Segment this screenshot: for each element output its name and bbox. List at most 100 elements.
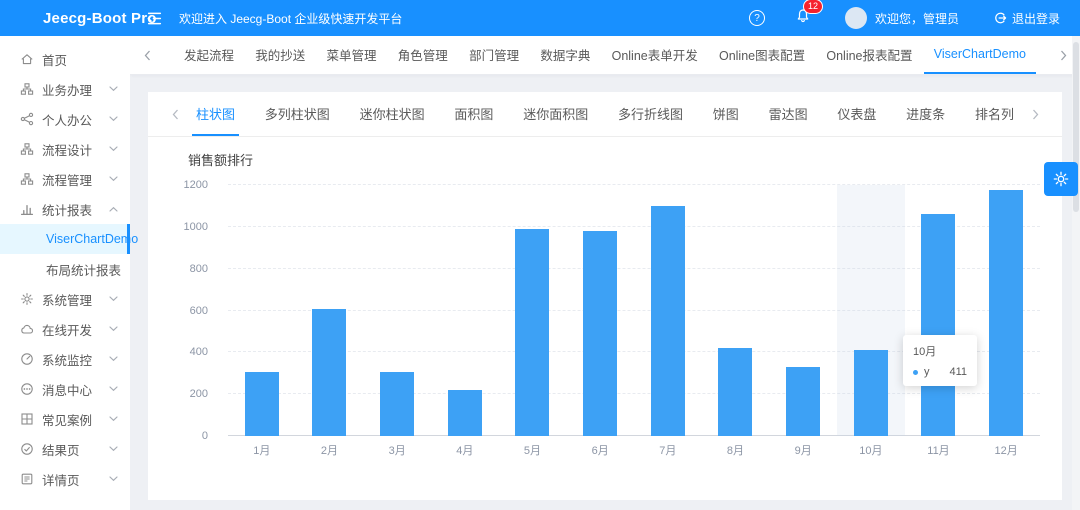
chevron-up-icon bbox=[109, 206, 118, 212]
app-logo: Jeecg-Boot Pro bbox=[0, 8, 156, 28]
sidebar-item-label: 业务办理 bbox=[42, 83, 93, 98]
bar-m9[interactable] bbox=[786, 366, 821, 436]
bar-column-m7 bbox=[634, 185, 702, 436]
avatar[interactable] bbox=[844, 7, 867, 29]
bar-m11[interactable] bbox=[921, 214, 956, 436]
tooltip-title: 10月 bbox=[913, 346, 937, 358]
chart-tab-6[interactable]: 多行折线图 bbox=[614, 92, 687, 136]
chart-tabs-scroll-right-icon[interactable] bbox=[1018, 92, 1052, 136]
bar-m5[interactable] bbox=[515, 228, 550, 436]
chart-tab-3[interactable]: 迷你柱状图 bbox=[356, 92, 429, 136]
page-tab-5[interactable]: 部门管理 bbox=[459, 36, 529, 74]
bar-column-m1 bbox=[228, 185, 296, 436]
sidebar-item-online-dev[interactable]: 在线开发 bbox=[0, 314, 130, 344]
chart-tabs: 柱状图 多列柱状图 迷你柱状图 面积图 迷你面积图 多行折线图 饼图 雷达图 仪表盘 进度条 排名列 bbox=[192, 92, 1018, 136]
sidebar-item-result-page[interactable]: 结果页 bbox=[0, 434, 130, 464]
chart-tooltip: 10月 y 411 bbox=[903, 335, 978, 386]
bar-m1[interactable] bbox=[244, 372, 279, 436]
profile-icon bbox=[20, 472, 34, 486]
home-icon bbox=[20, 52, 34, 66]
page-tab-4[interactable]: 角色管理 bbox=[388, 36, 458, 74]
user-greeting[interactable]: 欢迎您，管理员 bbox=[875, 10, 959, 27]
gear-icon bbox=[1053, 171, 1069, 187]
cluster-icon bbox=[20, 172, 34, 186]
sidebar-item-process-management[interactable]: 流程管理 bbox=[0, 164, 130, 194]
tooltip-series-name: y bbox=[924, 366, 930, 378]
tooltip-row: y 411 bbox=[913, 366, 967, 378]
sidebar-item-label: 系统监控 bbox=[42, 353, 93, 368]
bar-m6[interactable] bbox=[583, 231, 618, 436]
x-tick-label: 12月 bbox=[994, 445, 1018, 457]
bar-column-m2 bbox=[296, 185, 364, 436]
sidebar-item-message-center[interactable]: 消息中心 bbox=[0, 374, 130, 404]
series-dot-icon bbox=[913, 369, 918, 375]
chart-tab-4[interactable]: 面积图 bbox=[450, 92, 497, 136]
bar-m8[interactable] bbox=[718, 348, 753, 436]
bar-column-m3 bbox=[363, 185, 431, 436]
x-tick-label: 4月 bbox=[456, 445, 474, 457]
page-tab-2[interactable]: 我的抄送 bbox=[245, 36, 315, 74]
tabs-scroll-left-icon[interactable] bbox=[130, 36, 164, 74]
chevron-down-icon bbox=[109, 326, 118, 332]
sidebar-item-detail-page[interactable]: 详情页 bbox=[0, 464, 130, 494]
bar-m10[interactable] bbox=[853, 350, 888, 436]
app-title: Jeecg-Boot Pro bbox=[43, 9, 157, 27]
logout-label: 退出登录 bbox=[1011, 11, 1060, 26]
chart-tab-1[interactable]: 柱状图 bbox=[192, 92, 240, 136]
sidebar-item-process-design[interactable]: 流程设计 bbox=[0, 134, 130, 164]
logout-button[interactable]: 退出登录 bbox=[993, 10, 1060, 27]
chevron-down-icon bbox=[109, 176, 118, 182]
sidebar-item-viser-chart-demo[interactable]: ViserChartDemo bbox=[0, 224, 138, 254]
menu-fold-icon[interactable] bbox=[146, 10, 163, 27]
chart-tab-5[interactable]: 迷你面积图 bbox=[519, 92, 592, 136]
page-tab-7[interactable]: Online表单开发 bbox=[602, 36, 708, 74]
sidebar-item-business[interactable]: 业务办理 bbox=[0, 74, 130, 104]
page-tabs: 发起流程 我的抄送 菜单管理 角色管理 部门管理 数据字典 Online表单开发 Online… bbox=[164, 36, 1046, 74]
chart-tabs-scroll-left-icon[interactable] bbox=[158, 92, 192, 136]
chart-tab-9[interactable]: 仪表盘 bbox=[833, 92, 880, 136]
app-header: Jeecg-Boot Pro 欢迎进入 Jeecg-Boot 企业级快速开发平台… bbox=[0, 0, 1080, 36]
message-icon bbox=[20, 382, 34, 396]
page-tab-1[interactable]: 发起流程 bbox=[174, 36, 244, 74]
bar-m12[interactable] bbox=[989, 190, 1024, 436]
sidebar-item-common-case[interactable]: 常见案例 bbox=[0, 404, 130, 434]
sidebar-item-personal-office[interactable]: 个人办公 bbox=[0, 104, 130, 134]
page-tab-3[interactable]: 菜单管理 bbox=[317, 36, 387, 74]
bar-column-m6 bbox=[566, 185, 634, 436]
x-tick-label: 7月 bbox=[659, 445, 677, 457]
bar-column-m12 bbox=[972, 185, 1040, 436]
chart-tab-8[interactable]: 雷达图 bbox=[765, 92, 812, 136]
sidebar-item-label: 流程设计 bbox=[42, 143, 93, 158]
sidebar-item-label: 统计报表 bbox=[42, 203, 93, 218]
sidebar-item-layout-report[interactable]: 布局统计报表 bbox=[0, 254, 130, 284]
dashboard-icon bbox=[20, 352, 34, 366]
chart-tab-2[interactable]: 多列柱状图 bbox=[261, 92, 334, 136]
sidebar: 首页业务办理个人办公流程设计流程管理统计报表 ViserChartDemo 布局统计… bbox=[0, 36, 138, 510]
sidebar-item-label: 常见案例 bbox=[42, 413, 93, 428]
page-tab-6[interactable]: 数据字典 bbox=[530, 36, 600, 74]
page-tab-8[interactable]: Online图表配置 bbox=[709, 36, 815, 74]
sidebar-item-system-management[interactable]: 系统管理 bbox=[0, 284, 130, 314]
sidebar-item-label: 布局统计报表 bbox=[46, 263, 122, 278]
sidebar-item-system-monitor[interactable]: 系统监控 bbox=[0, 344, 130, 374]
notification-badge: 12 bbox=[802, 0, 823, 14]
bar-column-m4 bbox=[431, 185, 499, 436]
bar-m4[interactable] bbox=[447, 389, 482, 436]
sidebar-item-label: ViserChartDemo bbox=[46, 232, 139, 246]
sidebar-item-home[interactable]: 首页 bbox=[0, 44, 130, 74]
chart-tabbar: 柱状图 多列柱状图 迷你柱状图 面积图 迷你面积图 多行折线图 饼图 雷达图 仪表盘 进度条 排名列 bbox=[148, 92, 1062, 137]
bar-m7[interactable] bbox=[650, 205, 685, 436]
chart-settings-button[interactable] bbox=[1044, 162, 1078, 196]
chart-tab-7[interactable]: 饼图 bbox=[709, 92, 743, 136]
chart-tab-11[interactable]: 排名列 bbox=[971, 92, 1018, 136]
bar-m2[interactable] bbox=[312, 309, 347, 436]
cluster-icon bbox=[20, 82, 34, 96]
page-tab-10[interactable]: ViserChartDemo bbox=[923, 36, 1036, 74]
chart-tab-10[interactable]: 进度条 bbox=[902, 92, 949, 136]
tooltip-value: 411 bbox=[949, 366, 968, 378]
question-circle-icon[interactable]: ? bbox=[748, 10, 765, 26]
sidebar-item-report[interactable]: 统计报表 bbox=[0, 194, 130, 224]
bar-m3[interactable] bbox=[380, 372, 415, 436]
notifications-button[interactable]: 12 bbox=[795, 0, 823, 29]
page-tab-9[interactable]: Online报表配置 bbox=[816, 36, 922, 74]
